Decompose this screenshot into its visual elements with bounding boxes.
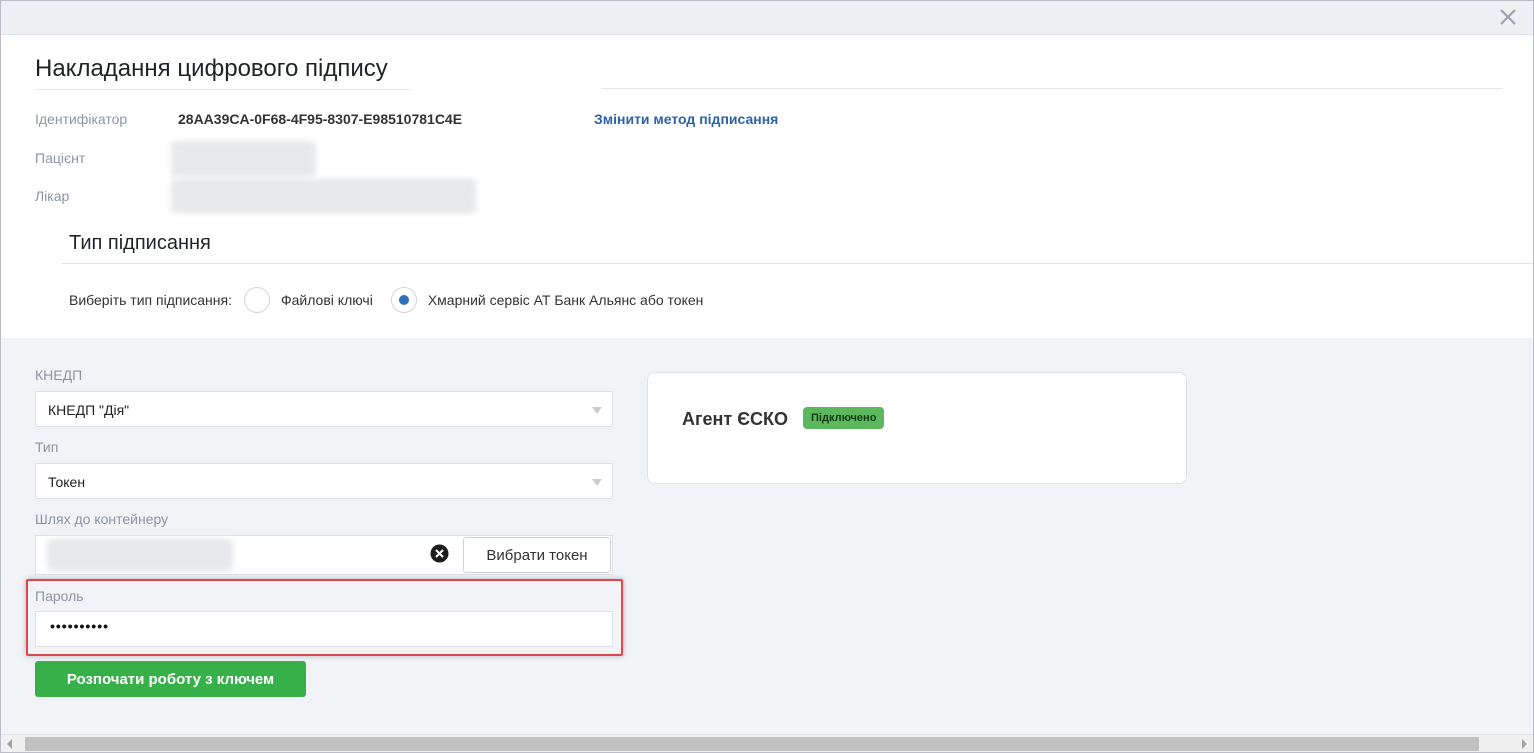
- patient-label: Пацієнт: [35, 150, 86, 166]
- type-select-value: Токен: [48, 474, 86, 490]
- change-method-link[interactable]: Змінити метод підписання: [594, 111, 778, 127]
- status-badge: Підключено: [803, 407, 885, 429]
- modal-topbar: [1, 1, 1533, 35]
- title-divider: [601, 88, 1503, 89]
- signature-modal: Накладання цифрового підпису Ідентифікат…: [0, 0, 1534, 753]
- signing-type-title: Тип підписання: [69, 232, 211, 254]
- clear-icon[interactable]: [430, 544, 449, 563]
- type-label: Тип: [35, 439, 59, 455]
- patient-value-redacted: [171, 141, 316, 177]
- container-path-label: Шлях до контейнеру: [35, 511, 169, 527]
- radio-selected-dot: [398, 295, 409, 305]
- agent-status-card: Агент ЄСКО Підключено: [647, 372, 1187, 484]
- scroll-left-icon[interactable]: [7, 739, 12, 749]
- close-icon[interactable]: [1497, 6, 1519, 28]
- password-input[interactable]: ••••••••••: [35, 611, 613, 647]
- radio-cloud-service-label[interactable]: Хмарний сервіс АТ Банк Альянс або токен: [428, 292, 704, 308]
- doctor-value-redacted: [171, 179, 476, 213]
- radio-cloud-service[interactable]: [390, 287, 417, 313]
- identifier-value: 28AA39CA-0F68-4F95-8307-E98510781C4E: [178, 111, 463, 127]
- chevron-down-icon: [592, 479, 602, 486]
- start-with-key-button[interactable]: Розпочати роботу з ключем: [35, 661, 306, 697]
- signing-type-prompt: Виберіть тип підписання:: [69, 292, 232, 308]
- radio-file-keys[interactable]: [243, 287, 270, 313]
- doctor-label: Лікар: [35, 188, 70, 204]
- container-path-value-redacted: [47, 539, 233, 571]
- scroll-right-icon[interactable]: [1522, 739, 1527, 749]
- agent-title: Агент ЄСКО: [682, 409, 788, 429]
- chevron-down-icon: [592, 407, 602, 414]
- kedp-select-value: КНЕДП "Дія": [48, 402, 130, 418]
- scrollbar-thumb[interactable]: [25, 737, 1479, 751]
- type-select[interactable]: Токен: [35, 463, 613, 499]
- choose-token-button[interactable]: Вибрати токен: [463, 537, 611, 573]
- radio-file-keys-label[interactable]: Файлові ключі: [281, 292, 373, 308]
- identifier-label: Ідентифікатор: [35, 111, 128, 127]
- horizontal-scrollbar[interactable]: [1, 734, 1533, 752]
- signing-type-selector: Виберіть тип підписання: Файлові ключі Х…: [69, 287, 703, 313]
- password-label: Пароль: [35, 588, 84, 604]
- section-divider: [61, 263, 1533, 264]
- kedp-select[interactable]: КНЕДП "Дія": [35, 391, 613, 427]
- kedp-label: КНЕДП: [35, 367, 83, 383]
- page-title: Накладання цифрового підпису: [35, 55, 411, 90]
